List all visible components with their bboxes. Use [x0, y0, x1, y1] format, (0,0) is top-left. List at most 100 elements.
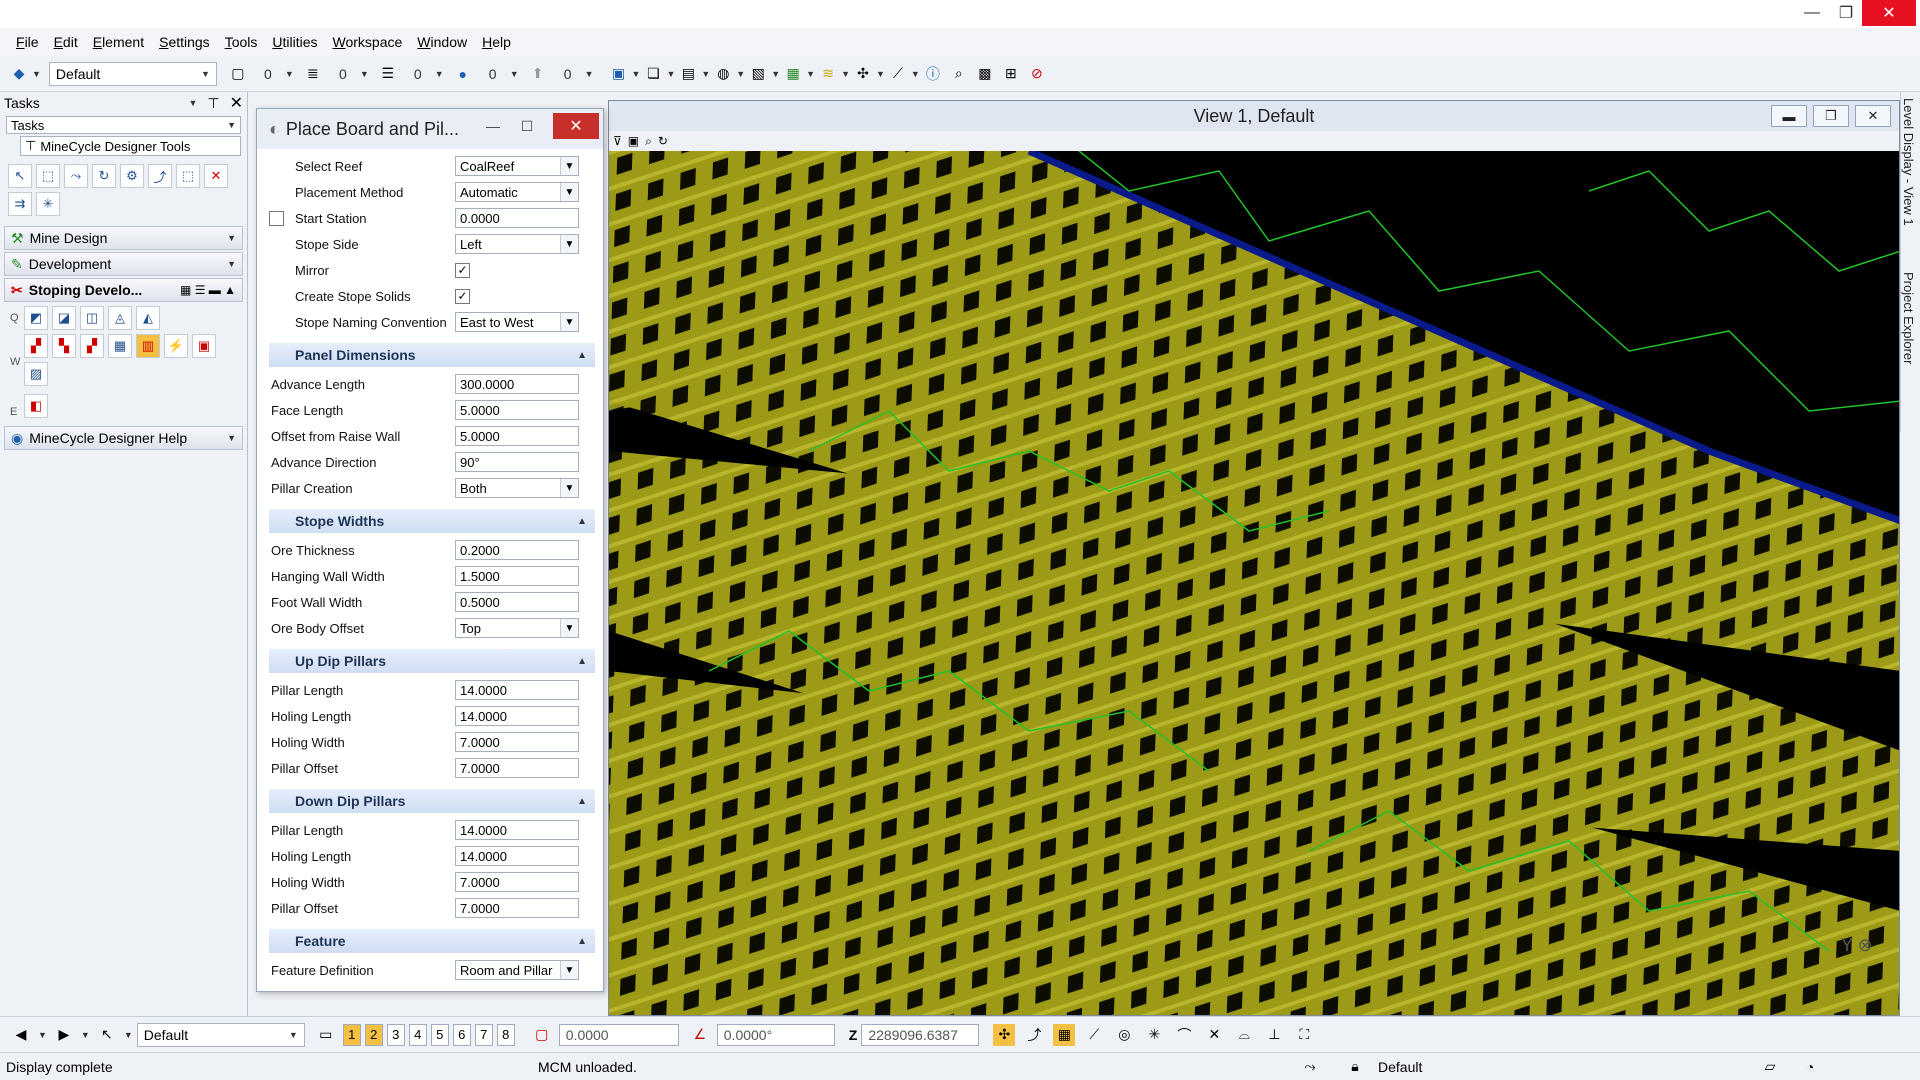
- level-display-tab[interactable]: Level Display - View 1: [1901, 92, 1916, 262]
- view-mode-icons[interactable]: ▦ ☰ ▬ ▲: [180, 283, 236, 297]
- tree-item-minecycle-tools[interactable]: ⊤ MineCycle Designer Tools: [20, 136, 241, 156]
- back-icon[interactable]: ◀: [10, 1024, 32, 1046]
- menu-settings[interactable]: Settings: [159, 34, 210, 50]
- stope-tool-icon[interactable]: ▞: [80, 334, 104, 358]
- smartline-icon[interactable]: ⤴: [1023, 1024, 1045, 1046]
- active-level-icon[interactable]: ◆: [8, 63, 30, 85]
- tool-icon[interactable]: ⚙: [120, 164, 144, 188]
- chevron-down-icon[interactable]: ▼: [632, 69, 641, 79]
- view-5-button[interactable]: 5: [430, 1023, 449, 1046]
- globe-icon[interactable]: ●: [452, 63, 474, 85]
- calculator-icon[interactable]: ▩: [974, 63, 996, 85]
- x-coordinate-field[interactable]: 0.0000: [558, 1023, 679, 1046]
- group-mine-design[interactable]: ⚒ Mine Design ▼: [4, 226, 243, 250]
- group-development[interactable]: ✎ Development ▼: [4, 252, 243, 276]
- section-header[interactable]: Up Dip Pillars ▲: [269, 649, 595, 673]
- measure-icon[interactable]: ⟋: [887, 63, 909, 85]
- render-icon[interactable]: ◍: [712, 63, 734, 85]
- priority-icon[interactable]: ⬆: [527, 63, 549, 85]
- x-lock-icon[interactable]: ▢: [531, 1024, 553, 1046]
- chevron-down-icon[interactable]: ▼: [736, 69, 745, 79]
- view-6-button[interactable]: 6: [452, 1023, 471, 1046]
- tool-icon[interactable]: ↻: [92, 164, 116, 188]
- image-icon[interactable]: ▧: [747, 63, 769, 85]
- chevron-down-icon[interactable]: ▼: [911, 69, 920, 79]
- stope-tool-icon[interactable]: ◬: [108, 306, 132, 330]
- input-holing-length[interactable]: 14.0000: [455, 846, 579, 866]
- menu-utilities[interactable]: Utilities: [272, 34, 317, 50]
- chevron-down-icon[interactable]: ▼: [38, 1030, 47, 1040]
- menu-help[interactable]: Help: [482, 34, 511, 50]
- menu-tools[interactable]: Tools: [225, 34, 258, 50]
- menu-workspace[interactable]: Workspace: [333, 34, 403, 50]
- grid-snap-icon[interactable]: ▦: [1053, 1023, 1076, 1046]
- input-holing-length[interactable]: 14.0000: [455, 706, 579, 726]
- view-1-button[interactable]: 1: [342, 1023, 361, 1046]
- snap-mode-icon[interactable]: ⤳: [1280, 1058, 1340, 1075]
- input-pillar-offset[interactable]: 7.0000: [455, 898, 579, 918]
- view-group-combo[interactable]: Default ▼: [136, 1022, 305, 1047]
- maximize-button[interactable]: ❐: [1826, 0, 1866, 26]
- pointer-icon[interactable]: ↖: [96, 1024, 118, 1046]
- section-header[interactable]: Down Dip Pillars ▲: [269, 789, 595, 813]
- copy-icon[interactable]: ❏: [642, 63, 664, 85]
- dialog-minimize-button[interactable]: —: [477, 115, 509, 137]
- input-foot-wall-width[interactable]: 0.5000: [455, 592, 579, 612]
- menu-edit[interactable]: Edit: [54, 34, 78, 50]
- arc-icon[interactable]: ⌒: [1173, 1024, 1195, 1046]
- perpendicular-icon[interactable]: ⊥: [1263, 1024, 1285, 1046]
- chevron-down-icon[interactable]: ▼: [585, 69, 594, 79]
- view-minimize-button[interactable]: ▬: [1771, 105, 1807, 127]
- project-explorer-tab[interactable]: Project Explorer: [1901, 266, 1916, 406]
- z-coordinate-field[interactable]: 2289096.6387: [861, 1023, 980, 1046]
- element-selection-icon[interactable]: ▣: [608, 63, 630, 85]
- dropdown-feature-definition[interactable]: Room and Pillar ▼: [455, 960, 579, 980]
- info-icon[interactable]: ⓘ: [922, 63, 944, 85]
- levels-icon[interactable]: ≋: [817, 63, 839, 85]
- stope-edit-icon[interactable]: ◧: [24, 394, 48, 418]
- forward-icon[interactable]: ▶: [53, 1024, 75, 1046]
- fence-icon[interactable]: ⬚: [36, 164, 60, 188]
- chevron-down-icon[interactable]: ▼: [188, 98, 197, 108]
- close-button[interactable]: ✕: [1862, 0, 1916, 26]
- view-8-button[interactable]: 8: [496, 1023, 515, 1046]
- room-pillar-icon[interactable]: ▥: [136, 334, 160, 358]
- mouse-icon[interactable]: ◔: [1790, 1059, 1830, 1075]
- attributes-icon[interactable]: ▤: [677, 63, 699, 85]
- center-icon[interactable]: ◎: [1113, 1024, 1135, 1046]
- search-icon[interactable]: ⌕: [948, 63, 970, 85]
- views-icon[interactable]: ▭: [315, 1024, 337, 1046]
- input-face-length[interactable]: 5.0000: [455, 400, 579, 420]
- input-offset-from-raise-wall[interactable]: 5.0000: [455, 426, 579, 446]
- chevron-down-icon[interactable]: ▼: [81, 1030, 90, 1040]
- snap-icon[interactable]: ✣: [852, 63, 874, 85]
- group-help[interactable]: ◉ MineCycle Designer Help ▼: [4, 426, 243, 450]
- view-restore-button[interactable]: ❐: [1813, 105, 1849, 127]
- section-header[interactable]: Stope Widths ▲: [269, 509, 595, 533]
- grid-icon[interactable]: ⊞: [1000, 63, 1022, 85]
- input-advance-direction[interactable]: 90°: [455, 452, 579, 472]
- menu-file[interactable]: File: [16, 34, 39, 50]
- stope-tool-icon[interactable]: ◩: [24, 306, 48, 330]
- filter-icon[interactable]: ⊽: [613, 134, 622, 148]
- chevron-down-icon[interactable]: ▼: [806, 69, 815, 79]
- tool-icon[interactable]: ⤴: [148, 164, 172, 188]
- view-2-button[interactable]: 2: [364, 1023, 383, 1046]
- input-start-station[interactable]: 0.0000: [455, 208, 579, 228]
- menu-window[interactable]: Window: [417, 34, 467, 50]
- chevron-down-icon[interactable]: ▼: [124, 1030, 133, 1040]
- dialog-maximize-button[interactable]: ☐: [511, 115, 543, 137]
- board-pillar-icon[interactable]: ▞: [24, 334, 48, 358]
- checkbox-mirror[interactable]: ✓: [455, 262, 470, 278]
- delete-icon[interactable]: ✕: [204, 164, 228, 188]
- menu-element[interactable]: Element: [93, 34, 144, 50]
- checkbox-create-stope-solids[interactable]: ✓: [455, 288, 470, 304]
- stope-tool-icon[interactable]: ◭: [136, 306, 160, 330]
- chevron-down-icon[interactable]: ▼: [666, 69, 675, 79]
- input-hanging-wall-width[interactable]: 1.5000: [455, 566, 579, 586]
- chevron-down-icon[interactable]: ▼: [285, 69, 294, 79]
- chevron-down-icon[interactable]: ▼: [771, 69, 780, 79]
- line-weight-icon[interactable]: ☰: [377, 63, 399, 85]
- view-3-button[interactable]: 3: [386, 1023, 405, 1046]
- origin-icon[interactable]: ✳: [1143, 1024, 1165, 1046]
